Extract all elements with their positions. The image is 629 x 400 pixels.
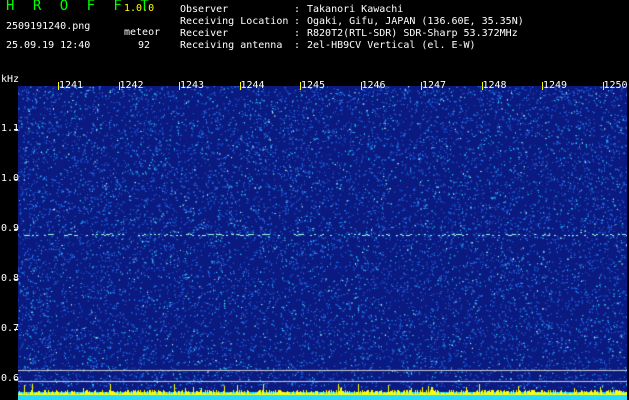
- freq-tick-mark: [14, 229, 18, 230]
- freq-tick-mark: [14, 379, 18, 380]
- freq-tick-mark: [14, 279, 18, 280]
- time-tick-label: 1245: [301, 80, 326, 91]
- time-tick-mark: [118, 82, 120, 90]
- location-sep: :: [294, 16, 301, 27]
- time-tick-label: 1241: [59, 80, 84, 91]
- time-tick-mark: [360, 82, 362, 90]
- antenna-label: Receiving antenna: [180, 40, 283, 51]
- freq-tick-mark: [14, 129, 18, 130]
- time-tick-label: 1250: [603, 80, 628, 91]
- time-tick-label: 1248: [482, 80, 507, 91]
- freq-tick-mark: [14, 179, 18, 180]
- detection-mode: meteor: [124, 27, 161, 38]
- spectrogram-plot: [18, 86, 627, 400]
- time-tick-mark: [300, 82, 301, 90]
- time-tick-label: 1246: [361, 80, 386, 91]
- meteor-count: 92: [138, 40, 151, 51]
- antenna-value: 2el-HB9CV Vertical (el. E-W): [307, 40, 476, 51]
- capture-datetime: 25.09.19 12:40: [6, 40, 91, 51]
- receiver-sep: :: [294, 28, 301, 39]
- spectrogram-canvas: [18, 86, 627, 400]
- time-tick-mark: [481, 82, 483, 90]
- time-tick-label: 1243: [180, 80, 205, 91]
- time-tick-label: 1244: [240, 80, 265, 91]
- antenna-sep: :: [294, 40, 301, 51]
- receiver-label: Receiver: [180, 28, 229, 39]
- time-tick-mark: [602, 82, 604, 90]
- time-tick-mark: [542, 82, 543, 90]
- hrofft-window: H R O F F T 1.0.0 2509191240.png meteor …: [0, 0, 629, 400]
- time-tick-mark: [239, 82, 241, 90]
- observer-value: Takanori Kawachi: [307, 4, 404, 15]
- receiver-value: R820T2(RTL-SDR) SDR-Sharp 53.372MHz: [307, 28, 518, 39]
- time-tick-mark: [58, 82, 59, 90]
- observer-sep: :: [294, 4, 301, 15]
- file-name: 2509191240.png: [6, 21, 91, 32]
- time-tick-label: 1247: [422, 80, 447, 91]
- y-axis-unit: kHz: [1, 74, 20, 85]
- location-value: Ogaki, Gifu, JAPAN (136.60E, 35.35N): [307, 16, 524, 27]
- app-version: 1.0.0: [124, 3, 155, 14]
- time-tick-mark: [421, 82, 422, 90]
- time-tick-mark: [179, 82, 180, 90]
- location-label: Receiving Location: [180, 16, 289, 27]
- time-tick-label: 1242: [119, 80, 144, 91]
- time-tick-label: 1249: [543, 80, 568, 91]
- observer-label: Observer: [180, 4, 229, 15]
- freq-tick-mark: [14, 329, 18, 330]
